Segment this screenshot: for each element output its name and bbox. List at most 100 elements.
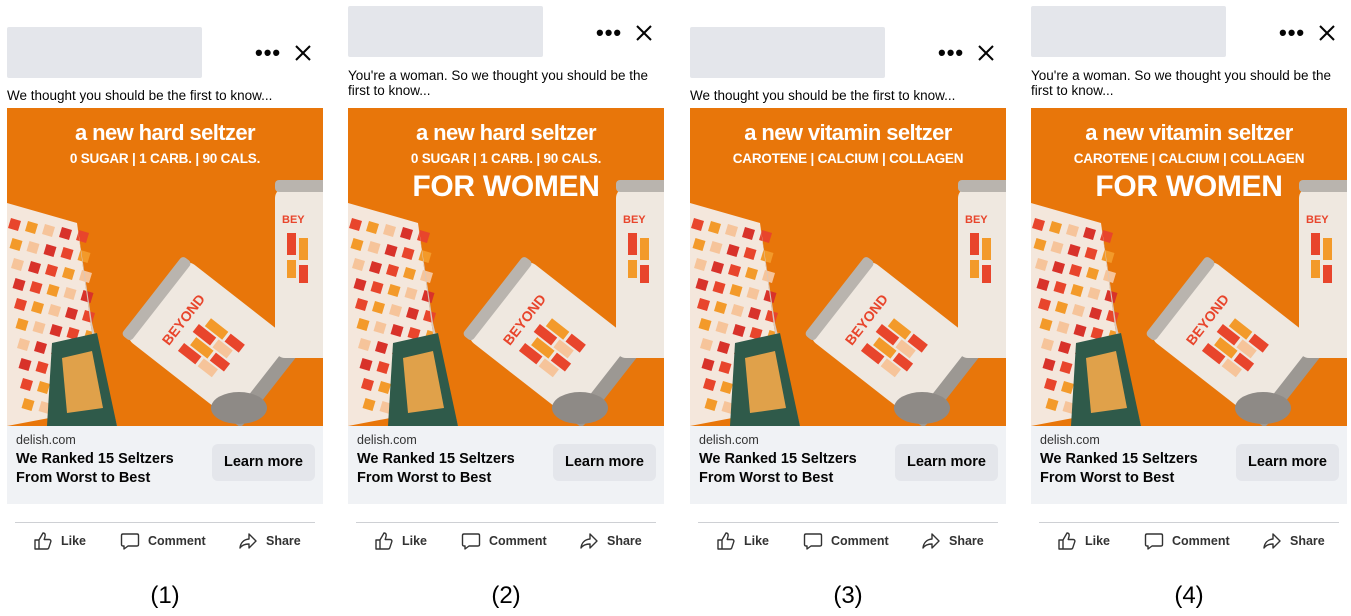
like-button[interactable]: Like xyxy=(33,530,86,552)
ad-headline: a new vitamin seltzer xyxy=(744,120,952,145)
learn-more-button[interactable]: Learn more xyxy=(895,444,998,481)
share-arrow-icon xyxy=(922,533,940,549)
link-title[interactable]: We Ranked 15 Seltzers From Worst to Best xyxy=(1040,450,1230,488)
post-caption: You're a woman. So we thought you should… xyxy=(348,68,649,98)
thumbs-up-icon xyxy=(34,532,52,550)
more-options-icon[interactable]: ••• xyxy=(596,22,622,44)
post-actions: Like Comment Share xyxy=(690,530,1006,552)
ad-headline: a new hard seltzer xyxy=(416,120,597,145)
link-domain: delish.com xyxy=(16,433,76,447)
svg-text:BEY: BEY xyxy=(282,214,305,226)
share-label: Share xyxy=(607,534,642,548)
link-domain: delish.com xyxy=(1040,433,1100,447)
share-button[interactable]: Share xyxy=(1262,530,1325,552)
learn-more-button[interactable]: Learn more xyxy=(1236,444,1339,481)
link-title[interactable]: We Ranked 15 Seltzers From Worst to Best xyxy=(699,450,889,488)
ad-image[interactable]: BEYOND BEY a new hard seltzer 0 SUGAR | 1… xyxy=(7,108,323,426)
link-title[interactable]: We Ranked 15 Seltzers From Worst to Best xyxy=(16,450,206,488)
comment-label: Comment xyxy=(489,534,547,548)
ad-subheadline: 0 SUGAR | 1 CARB. | 90 CALS. xyxy=(69,151,261,166)
divider xyxy=(698,522,998,523)
panel-number: (2) xyxy=(491,582,521,609)
share-label: Share xyxy=(266,534,301,548)
like-button[interactable]: Like xyxy=(374,530,427,552)
close-icon[interactable] xyxy=(977,44,995,62)
ad-panel: ••• You're a woman. So we thought you sh… xyxy=(1024,0,1351,616)
link-preview[interactable]: delish.com We Ranked 15 Seltzers From Wo… xyxy=(1031,426,1347,504)
share-arrow-icon xyxy=(239,533,257,549)
comment-bubble-icon xyxy=(803,533,823,550)
like-button[interactable]: Like xyxy=(1057,530,1110,552)
share-arrow-icon xyxy=(580,533,598,549)
panel-number: (3) xyxy=(833,582,863,609)
link-domain: delish.com xyxy=(699,433,759,447)
comment-bubble-icon xyxy=(120,533,140,550)
ad-image[interactable]: BEYOND BEY a new hard seltzer 0 SUGAR | 1… xyxy=(348,108,664,426)
share-button[interactable]: Share xyxy=(579,530,642,552)
share-label: Share xyxy=(949,534,984,548)
learn-more-button[interactable]: Learn more xyxy=(212,444,315,481)
link-title[interactable]: We Ranked 15 Seltzers From Worst to Best xyxy=(357,450,547,488)
share-arrow-icon xyxy=(1263,533,1281,549)
post-actions: Like Comment Share xyxy=(1031,530,1347,552)
comment-label: Comment xyxy=(831,534,889,548)
link-preview[interactable]: delish.com We Ranked 15 Seltzers From Wo… xyxy=(690,426,1006,504)
share-button[interactable]: Share xyxy=(921,530,984,552)
comment-button[interactable]: Comment xyxy=(803,530,889,552)
ad-subheadline: CAROTENE | CALCIUM | COLLAGEN xyxy=(1073,151,1305,166)
svg-text:BEY: BEY xyxy=(623,214,646,226)
comment-label: Comment xyxy=(148,534,206,548)
advertiser-placeholder xyxy=(1031,6,1226,57)
svg-text:BEY: BEY xyxy=(1306,214,1329,226)
thumbs-up-icon xyxy=(717,532,735,550)
post-actions: Like Comment Share xyxy=(348,530,664,552)
thumbs-up-icon xyxy=(375,532,393,550)
close-icon[interactable] xyxy=(294,44,312,62)
svg-text:BEY: BEY xyxy=(965,214,988,226)
more-options-icon[interactable]: ••• xyxy=(1279,22,1305,44)
post-actions: Like Comment Share xyxy=(7,530,323,552)
comment-bubble-icon xyxy=(1144,533,1164,550)
ad-tagline: FOR WOMEN xyxy=(412,170,600,203)
close-icon[interactable] xyxy=(1318,24,1336,42)
like-label: Like xyxy=(744,534,770,548)
ad-subheadline: 0 SUGAR | 1 CARB. | 90 CALS. xyxy=(410,151,602,166)
post-caption: We thought you should be the first to kn… xyxy=(690,88,956,103)
like-button[interactable]: Like xyxy=(716,530,769,552)
ad-image[interactable]: BEYOND BEY a new vitamin seltzer CAROTENE… xyxy=(1031,108,1347,426)
link-preview[interactable]: delish.com We Ranked 15 Seltzers From Wo… xyxy=(348,426,664,504)
close-icon[interactable] xyxy=(635,24,653,42)
thumbs-up-icon xyxy=(1058,532,1076,550)
comment-button[interactable]: Comment xyxy=(1144,530,1230,552)
link-preview[interactable]: delish.com We Ranked 15 Seltzers From Wo… xyxy=(7,426,323,504)
share-label: Share xyxy=(1290,534,1325,548)
divider xyxy=(1039,522,1339,523)
ad-panel: ••• We thought you should be the first t… xyxy=(0,0,330,616)
like-label: Like xyxy=(61,534,87,548)
learn-more-button[interactable]: Learn more xyxy=(553,444,656,481)
advertiser-placeholder xyxy=(348,6,543,57)
more-options-icon[interactable]: ••• xyxy=(255,42,281,64)
ad-subheadline: CAROTENE | CALCIUM | COLLAGEN xyxy=(732,151,964,166)
like-label: Like xyxy=(402,534,428,548)
advertiser-placeholder xyxy=(690,27,885,78)
post-caption: You're a woman. So we thought you should… xyxy=(1031,68,1332,98)
comment-button[interactable]: Comment xyxy=(120,530,206,552)
post-caption: We thought you should be the first to kn… xyxy=(7,88,273,103)
comment-bubble-icon xyxy=(461,533,481,550)
ad-image[interactable]: BEYOND BEY a new vitamin seltzer CAROTENE… xyxy=(690,108,1006,426)
comment-label: Comment xyxy=(1172,534,1230,548)
share-button[interactable]: Share xyxy=(238,530,301,552)
like-label: Like xyxy=(1085,534,1111,548)
divider xyxy=(15,522,315,523)
ad-headline: a new hard seltzer xyxy=(75,120,256,145)
ad-panel: ••• We thought you should be the first t… xyxy=(683,0,1013,616)
panel-number: (1) xyxy=(150,582,180,609)
ad-headline: a new vitamin seltzer xyxy=(1085,120,1293,145)
ad-tagline: FOR WOMEN xyxy=(1095,170,1283,203)
panel-number: (4) xyxy=(1174,582,1204,609)
ad-panel: ••• You're a woman. So we thought you sh… xyxy=(341,0,671,616)
comment-button[interactable]: Comment xyxy=(461,530,547,552)
more-options-icon[interactable]: ••• xyxy=(938,42,964,64)
advertiser-placeholder xyxy=(7,27,202,78)
